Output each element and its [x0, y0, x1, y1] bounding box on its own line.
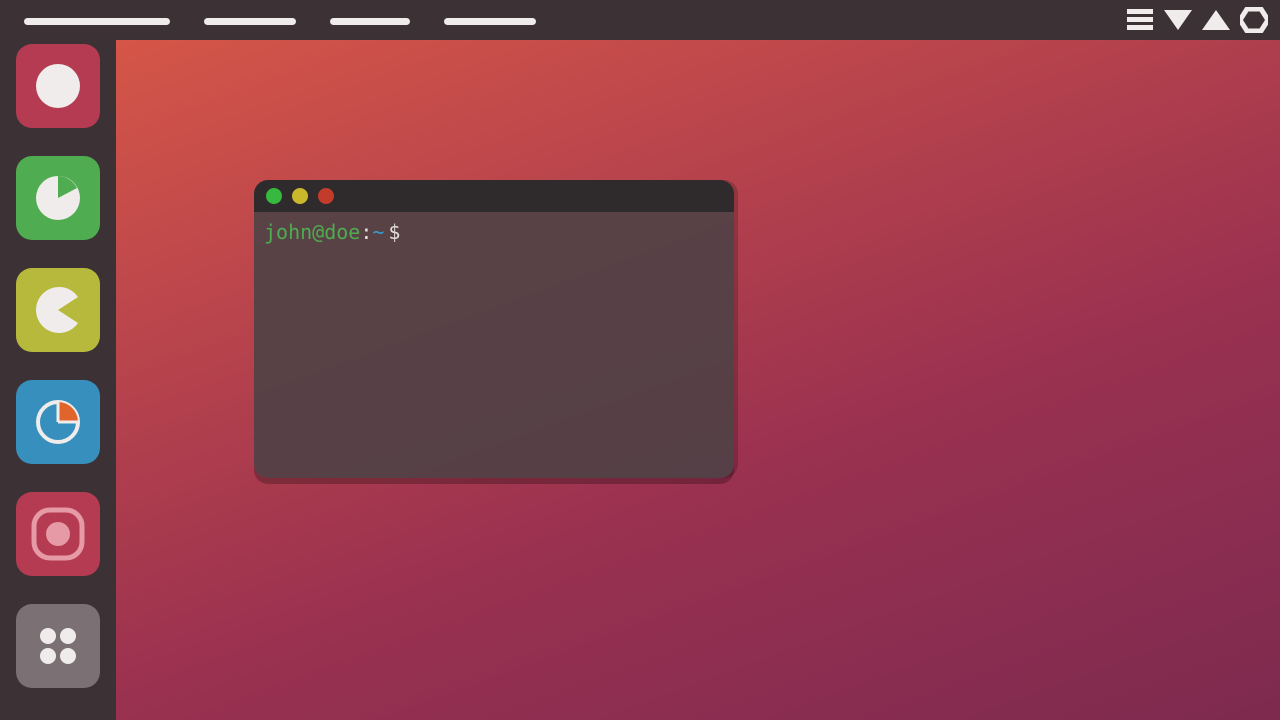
prompt-separator: : [360, 220, 372, 244]
triangle-down-icon[interactable] [1164, 6, 1192, 34]
menu-item[interactable] [444, 18, 536, 25]
menu-bar [24, 18, 536, 25]
dock-app-circle[interactable] [16, 44, 100, 128]
traffic-light-red[interactable] [318, 188, 334, 204]
menu-item[interactable] [24, 18, 170, 25]
desktop[interactable]: john@doe:~$ [116, 40, 1280, 720]
ring-icon [28, 504, 88, 564]
prompt-user: john@doe [264, 220, 360, 244]
hexagon-icon[interactable] [1240, 6, 1268, 34]
dots-grid-icon [33, 621, 83, 671]
window-titlebar[interactable] [254, 180, 734, 212]
dock-app-chart[interactable] [16, 156, 100, 240]
dock-app-grid[interactable] [16, 604, 100, 688]
triangle-up-icon[interactable] [1202, 6, 1230, 34]
dock-app-pie[interactable] [16, 380, 100, 464]
menu-item[interactable] [330, 18, 410, 25]
pie-notch-icon [33, 173, 83, 223]
pie-outline-icon [33, 397, 83, 447]
terminal-window[interactable]: john@doe:~$ [254, 180, 734, 478]
terminal-body[interactable]: john@doe:~$ [254, 212, 734, 252]
prompt-symbol: $ [388, 220, 400, 244]
top-panel [0, 0, 1280, 40]
menu-item[interactable] [204, 18, 296, 25]
screen: john@doe:~$ [0, 0, 1280, 720]
dock-app-ring[interactable] [16, 492, 100, 576]
pac-icon [33, 285, 83, 335]
launcher-dock [0, 40, 116, 720]
traffic-light-yellow[interactable] [292, 188, 308, 204]
dock-app-pac[interactable] [16, 268, 100, 352]
circle-icon [33, 61, 83, 111]
indicator-area [1126, 6, 1268, 34]
prompt-path: ~ [372, 220, 384, 244]
traffic-light-green[interactable] [266, 188, 282, 204]
menu-icon[interactable] [1126, 6, 1154, 34]
